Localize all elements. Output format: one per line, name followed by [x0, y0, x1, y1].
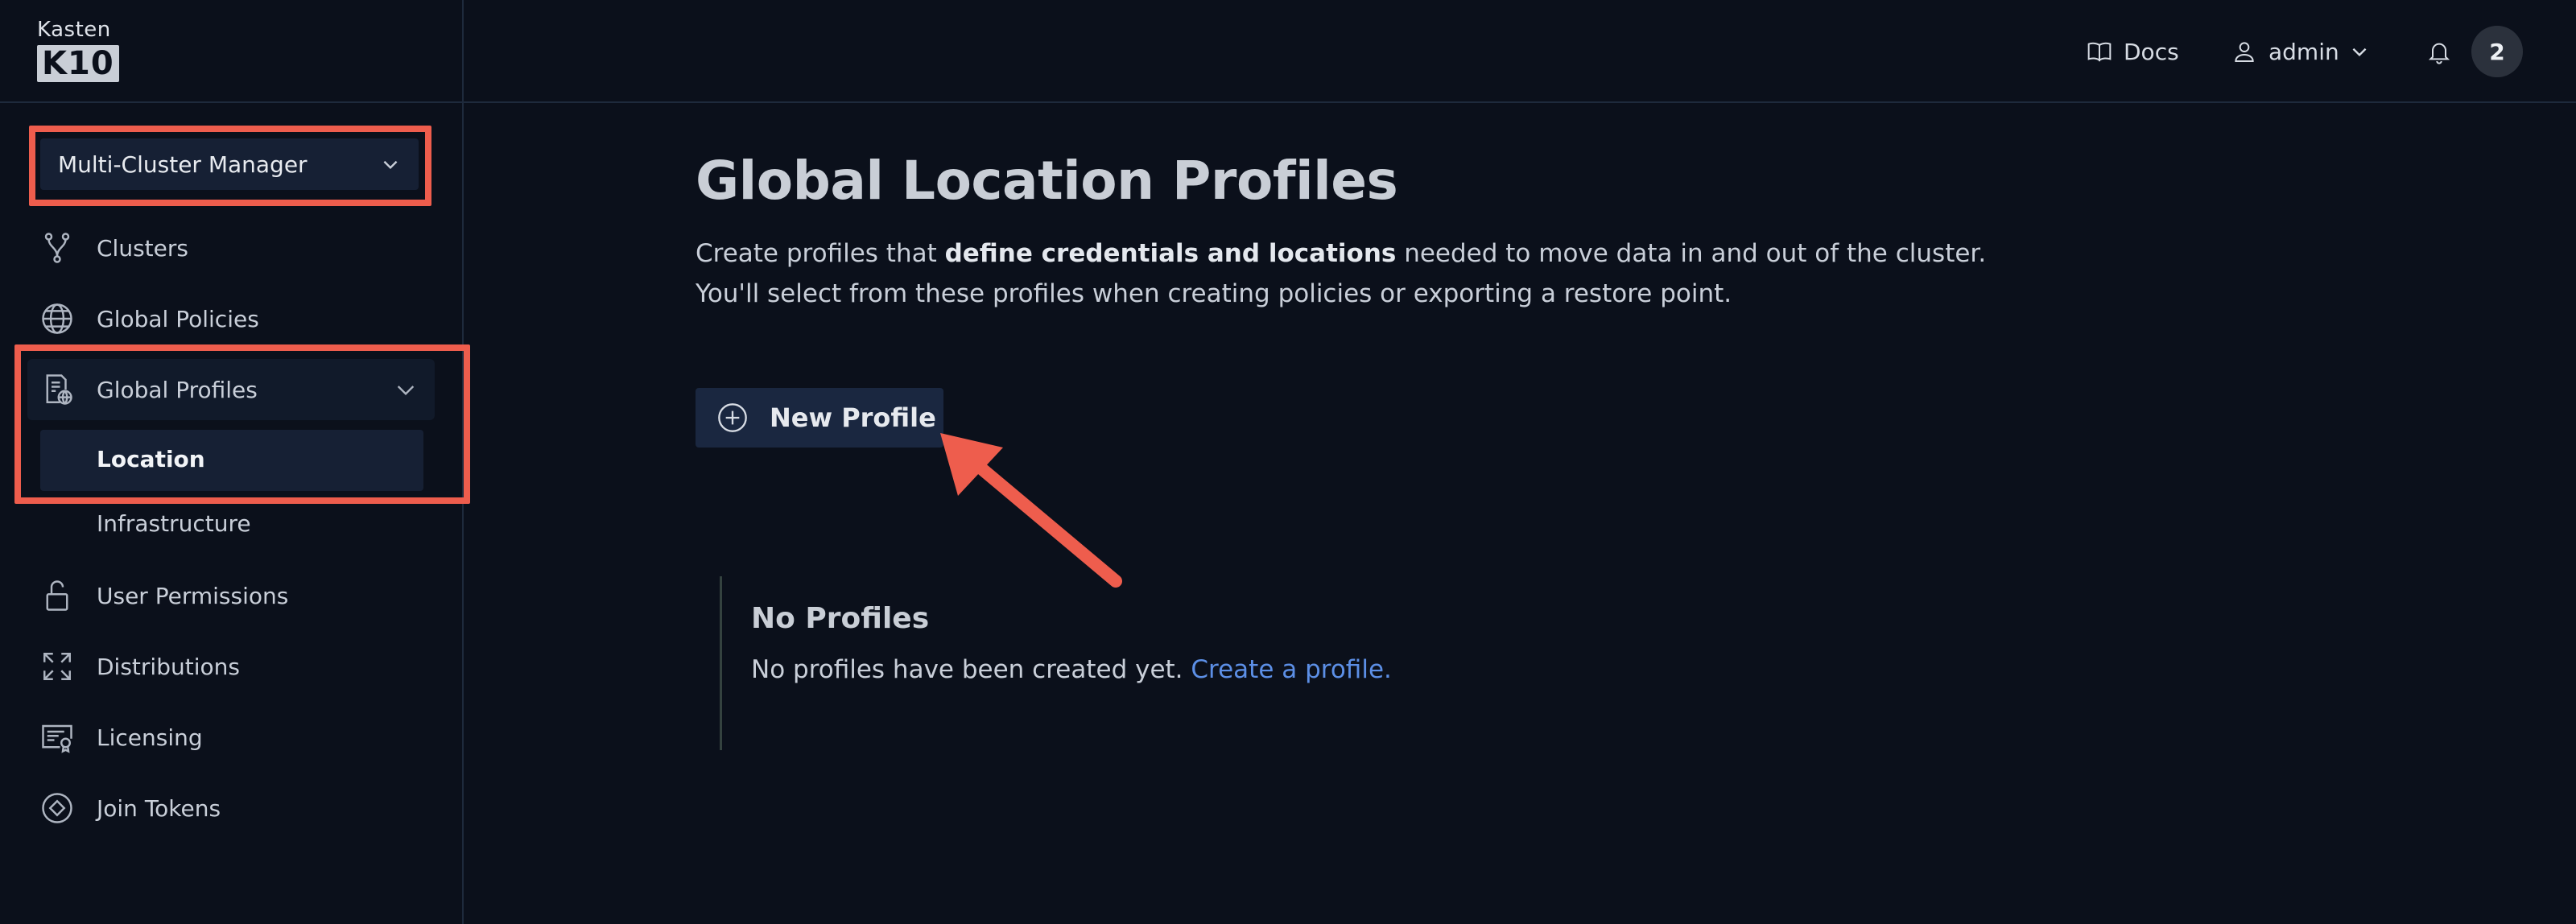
kasten-logo[interactable]: Kasten K10 — [37, 18, 121, 85]
sidebar-item-join-tokens[interactable]: Join Tokens — [37, 784, 221, 832]
sidebar-item-label: User Permissions — [97, 582, 289, 609]
description-bold: define credentials and locations — [944, 239, 1397, 268]
notifications-button[interactable] — [2426, 32, 2463, 71]
globe-icon — [37, 299, 77, 339]
description-pre: Create profiles that — [696, 239, 945, 268]
create-profile-link[interactable]: Create a profile. — [1191, 655, 1391, 684]
logo-badge: K10 — [37, 45, 119, 82]
expand-icon — [37, 646, 77, 687]
unlock-icon — [37, 575, 77, 616]
empty-state: No Profiles No profiles have been create… — [720, 576, 1444, 750]
new-profile-label: New Profile — [770, 402, 936, 433]
sidebar-item-distributions[interactable]: Distributions — [37, 642, 240, 691]
sidebar-item-licensing[interactable]: Licensing — [37, 713, 203, 761]
sidebar-subitem-infrastructure[interactable]: Infrastructure — [97, 510, 251, 537]
sidebar-item-label: Licensing — [97, 724, 203, 751]
bell-icon — [2428, 43, 2450, 64]
docs-link[interactable]: Docs — [2087, 32, 2179, 71]
sidebar-item-label: Distributions — [97, 653, 240, 680]
book-icon — [2087, 42, 2112, 62]
page-description: Create profiles that define credentials … — [696, 233, 2016, 314]
sidebar-item-label: Global Policies — [97, 305, 259, 332]
fork-icon — [37, 228, 77, 268]
page-title: Global Location Profiles — [696, 150, 1398, 212]
docs-label: Docs — [2124, 38, 2179, 65]
empty-state-title: No Profiles — [751, 602, 930, 635]
sidebar-item-global-policies[interactable]: Global Policies — [37, 295, 259, 343]
sidebar-item-label: Join Tokens — [97, 794, 221, 822]
sidebar-divider — [0, 101, 464, 103]
sidebar-item-clusters[interactable]: Clusters — [37, 224, 188, 272]
token-icon — [37, 788, 77, 828]
plus-circle-icon — [718, 403, 747, 432]
user-label: admin — [2268, 38, 2339, 65]
user-icon — [2235, 42, 2254, 62]
annotation-highlight-cluster-select — [29, 126, 431, 206]
notification-count-badge[interactable]: 2 — [2471, 26, 2523, 77]
topbar-divider — [464, 101, 2576, 103]
empty-state-text: No profiles have been created yet. Creat… — [751, 655, 1392, 684]
annotation-arrow — [940, 433, 1122, 588]
sidebar-item-user-permissions[interactable]: User Permissions — [37, 571, 288, 620]
empty-state-message: No profiles have been created yet. — [751, 655, 1191, 684]
annotation-highlight-global-profiles — [14, 344, 470, 504]
certificate-icon — [37, 717, 77, 757]
user-menu[interactable]: admin — [2231, 32, 2370, 71]
chevron-down-icon — [2352, 47, 2367, 57]
new-profile-button[interactable]: New Profile — [696, 388, 943, 448]
logo-word: Kasten — [37, 18, 111, 42]
sidebar-item-label: Clusters — [97, 234, 188, 262]
